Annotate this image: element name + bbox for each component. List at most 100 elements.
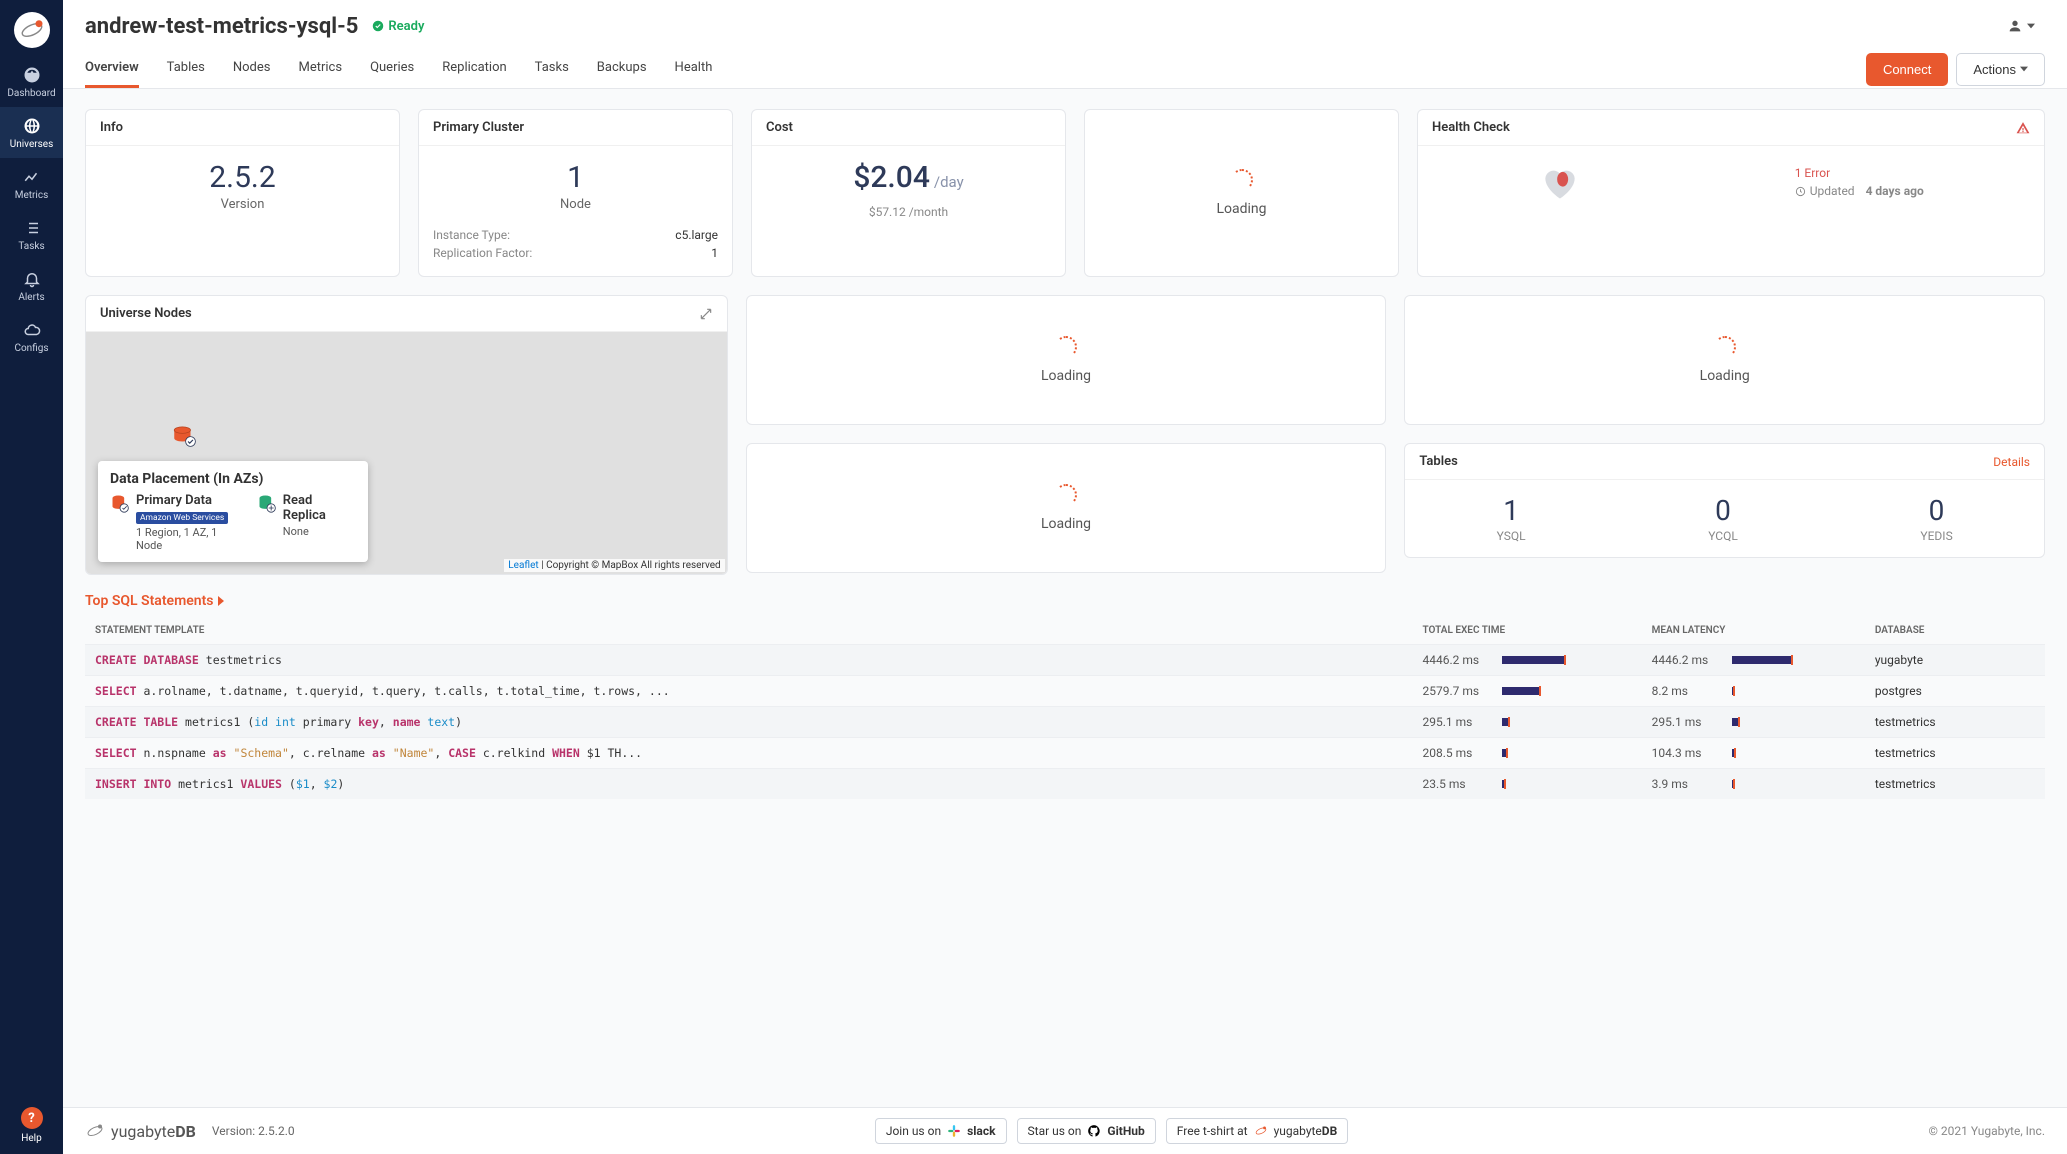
statement-cell: SELECT n.nspname as "Schema", c.relname … <box>85 738 1412 769</box>
bell-icon <box>23 270 41 288</box>
dashboard-icon <box>23 66 41 84</box>
statement-cell: CREATE TABLE metrics1 (id int primary ke… <box>85 707 1412 738</box>
user-icon <box>2007 18 2023 34</box>
sidebar-item-configs[interactable]: Configs <box>0 311 63 362</box>
node-marker-icon[interactable] <box>171 422 197 452</box>
tab-tasks[interactable]: Tasks <box>535 50 569 88</box>
footer: yugabyteDB Version: 2.5.2.0 Join us on s… <box>63 1107 2067 1154</box>
tshirt-button[interactable]: Free t-shirt at yugabyteDB <box>1166 1118 1349 1144</box>
loading-card: Loading <box>746 443 1387 573</box>
table-row[interactable]: SELECT n.nspname as "Schema", c.relname … <box>85 738 2045 769</box>
data-placement-popup: Data Placement (In AZs) Primary Data Ama… <box>98 461 368 562</box>
tab-backups[interactable]: Backups <box>597 50 647 88</box>
column-header: TOTAL EXEC TIME <box>1412 617 1641 645</box>
database-cell: postgres <box>1865 676 2045 707</box>
latency-cell: 104.3 ms <box>1642 738 1865 769</box>
sidebar-item-alerts[interactable]: Alerts <box>0 260 63 311</box>
top-sql-link[interactable]: Top SQL Statements <box>85 593 225 609</box>
globe-icon <box>23 117 41 135</box>
universe-nodes-card: Universe Nodes Data Placement (In AZs) <box>85 295 728 575</box>
tab-nodes[interactable]: Nodes <box>233 50 271 88</box>
node-label: Node <box>433 197 718 212</box>
warning-icon <box>2016 121 2030 135</box>
statement-cell: SELECT a.rolname, t.datname, t.queryid, … <box>85 676 1412 707</box>
logo[interactable] <box>14 12 50 48</box>
footer-version: Version: 2.5.2.0 <box>212 1124 295 1138</box>
sidebar-item-help[interactable]: ? Help <box>0 1097 63 1154</box>
cloud-icon <box>23 321 41 339</box>
heart-icon <box>1538 160 1582 204</box>
user-menu[interactable] <box>1997 12 2045 40</box>
tab-metrics[interactable]: Metrics <box>298 50 342 88</box>
total-time-cell: 295.1 ms <box>1412 707 1641 738</box>
map[interactable]: Data Placement (In AZs) Primary Data Ama… <box>86 332 727 574</box>
sql-table: STATEMENT TEMPLATETOTAL EXEC TIMEMEAN LA… <box>85 617 2045 799</box>
status-badge: Ready <box>372 19 424 34</box>
total-time-cell: 4446.2 ms <box>1412 645 1641 676</box>
caret-down-icon <box>2020 65 2028 73</box>
actions-button[interactable]: Actions <box>1956 53 2045 86</box>
sidebar-item-universes[interactable]: Universes <box>0 107 63 158</box>
tabs-row: Overview Tables Nodes Metrics Queries Replica… <box>63 50 2067 89</box>
error-count: 1 Error <box>1795 166 1924 180</box>
sidebar-item-tasks[interactable]: Tasks <box>0 209 63 260</box>
tab-replication[interactable]: Replication <box>442 50 506 88</box>
details-link[interactable]: Details <box>1993 455 2030 469</box>
cost-amount: $2.04 <box>853 160 930 195</box>
node-count: 1 <box>433 160 718 195</box>
sidebar-item-dashboard[interactable]: Dashboard <box>0 56 63 107</box>
column-header: STATEMENT TEMPLATE <box>85 617 1412 645</box>
statement-cell: INSERT INTO metrics1 VALUES ($1, $2) <box>85 769 1412 800</box>
caret-down-icon <box>2027 22 2035 30</box>
version-value: 2.5.2 <box>100 160 385 195</box>
health-card: Health Check 1 Error Updated 4 days ago <box>1417 109 2045 277</box>
latency-cell: 4446.2 ms <box>1642 645 1865 676</box>
card-title: Cost <box>752 110 1065 146</box>
check-circle-icon <box>372 20 384 32</box>
total-time-cell: 208.5 ms <box>1412 738 1641 769</box>
database-cell: yugabyte <box>1865 645 2045 676</box>
chevron-right-icon <box>217 596 225 606</box>
database-cell: testmetrics <box>1865 707 2045 738</box>
card-title: Universe Nodes <box>100 306 192 321</box>
github-button[interactable]: Star us on GitHub <box>1017 1118 1156 1144</box>
version-label: Version <box>100 197 385 212</box>
help-icon: ? <box>21 1107 43 1129</box>
spinner-icon <box>1714 336 1736 358</box>
total-time-cell: 23.5 ms <box>1412 769 1641 800</box>
updated-text: Updated 4 days ago <box>1795 184 1924 198</box>
sidebar: Dashboard Universes Metrics Tasks Alerts… <box>0 0 63 1154</box>
tab-queries[interactable]: Queries <box>370 50 414 88</box>
sidebar-item-metrics[interactable]: Metrics <box>0 158 63 209</box>
slack-icon <box>947 1124 961 1138</box>
database-primary-icon <box>110 493 130 517</box>
map-attribution: Leaflet | Copyright © MapBox All rights … <box>504 559 724 572</box>
table-row[interactable]: SELECT a.rolname, t.datname, t.queryid, … <box>85 676 2045 707</box>
database-cell: testmetrics <box>1865 769 2045 800</box>
list-icon <box>23 219 41 237</box>
total-time-cell: 2579.7 ms <box>1412 676 1641 707</box>
table-stat: 0YEDIS <box>1920 494 1952 543</box>
table-stat: 0YCQL <box>1708 494 1738 543</box>
tables-card: Tables Details 1YSQL0YCQL0YEDIS <box>1404 443 2045 558</box>
tab-health[interactable]: Health <box>675 50 713 88</box>
latency-cell: 295.1 ms <box>1642 707 1865 738</box>
spinner-icon <box>1055 336 1077 358</box>
cost-monthly: $57.12 /month <box>766 205 1051 219</box>
tab-tables[interactable]: Tables <box>167 50 205 88</box>
cost-period: /day <box>934 173 964 191</box>
info-card: Info 2.5.2 Version <box>85 109 400 277</box>
loading-card: Loading <box>1084 109 1399 277</box>
table-row[interactable]: INSERT INTO metrics1 VALUES ($1, $2) 23.… <box>85 769 2045 800</box>
primary-cluster-card: Primary Cluster 1 Node Instance Type:c5.… <box>418 109 733 277</box>
latency-cell: 3.9 ms <box>1642 769 1865 800</box>
loading-card: Loading <box>1404 295 2045 425</box>
connect-button[interactable]: Connect <box>1866 53 1948 86</box>
table-row[interactable]: CREATE TABLE metrics1 (id int primary ke… <box>85 707 2045 738</box>
database-replica-icon <box>257 493 277 517</box>
footer-logo[interactable]: yugabyteDB <box>85 1121 196 1141</box>
table-row[interactable]: CREATE DATABASE testmetrics 4446.2 ms 44… <box>85 645 2045 676</box>
tab-overview[interactable]: Overview <box>85 50 139 88</box>
expand-icon[interactable] <box>699 307 713 321</box>
slack-button[interactable]: Join us on slack <box>875 1118 1007 1144</box>
